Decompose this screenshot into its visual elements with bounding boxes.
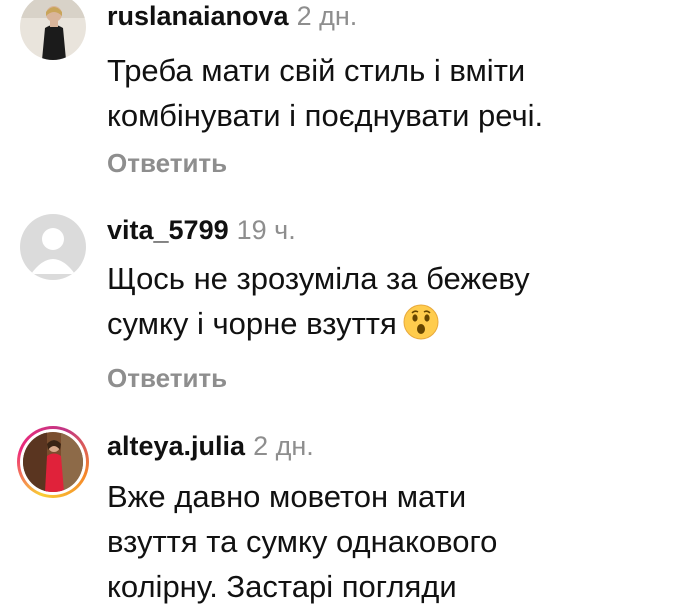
reply-button[interactable]: Ответить	[107, 147, 227, 179]
username[interactable]: alteya.julia	[107, 431, 245, 461]
comment: vita_5799 19 ч. Щось не зрозуміла за беже…	[0, 214, 694, 404]
comment-text: Треба мати свій стиль і вміти комбінуват…	[107, 48, 543, 138]
avatar[interactable]	[17, 426, 89, 498]
comment-line: комбінувати і поєднувати речі.	[107, 98, 544, 133]
comment: alteya.julia 2 дн. Вже давно моветон мати…	[0, 426, 694, 604]
timestamp: 19 ч.	[236, 215, 296, 245]
comment-header: alteya.julia 2 дн.	[107, 430, 314, 462]
comment-line: Треба мати свій стиль і вміти	[107, 53, 526, 88]
comment-line-text: сумку і чорне взуття	[107, 306, 397, 341]
comment-line: сумку і чорне взуття	[107, 301, 530, 346]
comment: ruslanaianova 2 дн. Треба мати свій стиль…	[0, 0, 694, 200]
avatar-photo	[23, 432, 83, 492]
timestamp: 2 дн.	[296, 1, 358, 31]
reply-button[interactable]: Ответить	[107, 362, 227, 394]
username[interactable]: ruslanaianova	[107, 1, 289, 31]
comment-text: Вже давно моветон мати взуття та сумку о…	[107, 474, 497, 609]
surprised-face-icon	[403, 304, 439, 340]
comment-text: Щось не зрозуміла за бежеву сумку і чорн…	[107, 256, 530, 346]
avatar[interactable]	[20, 214, 86, 280]
comment-line: колірну. Застарі погляди	[107, 569, 457, 604]
comment-header: ruslanaianova 2 дн.	[107, 0, 357, 32]
comment-line: Щось не зрозуміла за бежеву	[107, 261, 530, 296]
comment-line: взуття та сумку однакового	[107, 524, 498, 559]
comment-line: Вже давно моветон мати	[107, 479, 467, 514]
username[interactable]: vita_5799	[107, 215, 229, 245]
avatar-inner	[20, 429, 86, 495]
timestamp: 2 дн.	[253, 431, 314, 461]
avatar[interactable]	[20, 0, 86, 60]
comment-header: vita_5799 19 ч.	[107, 214, 296, 246]
